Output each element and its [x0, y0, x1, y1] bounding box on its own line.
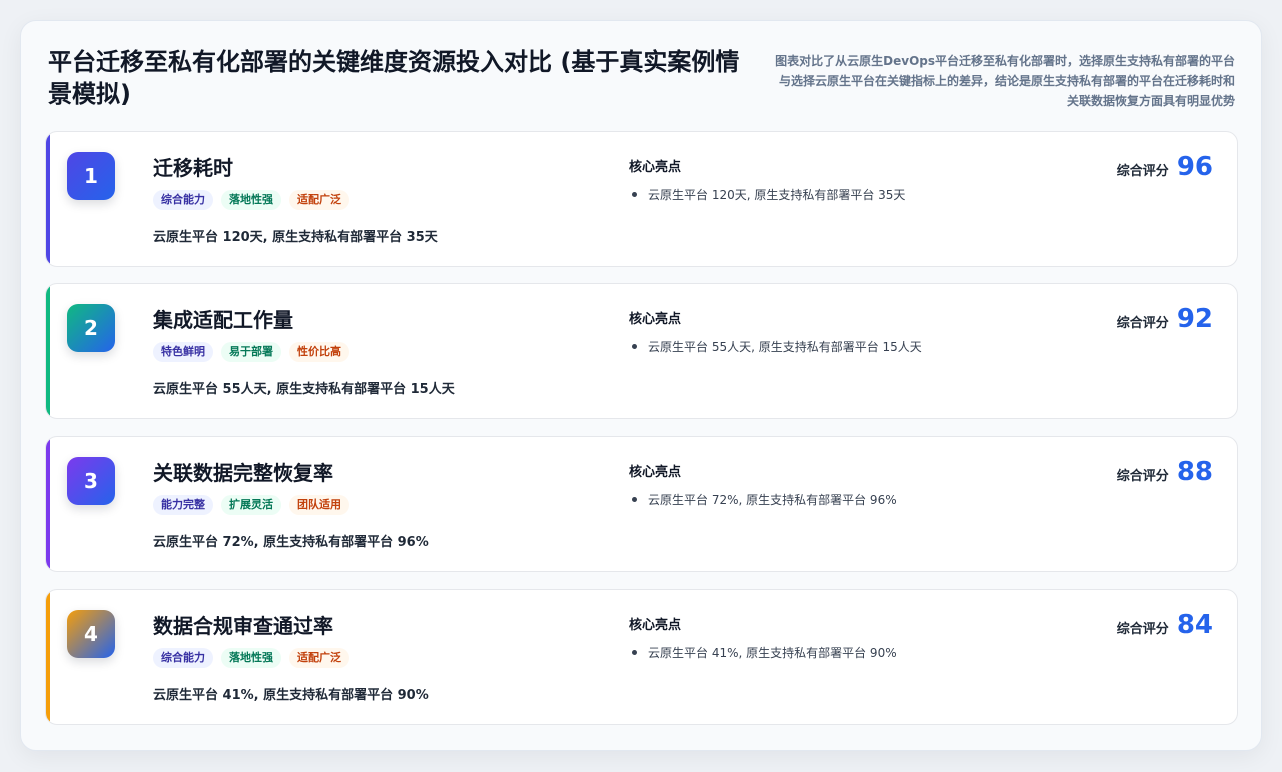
card-title: 集成适配工作量: [153, 308, 293, 332]
tag-list: 综合能力 落地性强 适配广泛: [153, 190, 349, 210]
highlight-heading: 核心亮点: [629, 160, 682, 175]
metric-card-1: 1 迁移耗时 综合能力 落地性强 适配广泛 云原生平台 120天, 原生支持私有…: [45, 131, 1238, 267]
tag-list: 能力完整 扩展灵活 团队适用: [153, 495, 349, 515]
score: 综合评分 96: [1117, 152, 1213, 182]
card-accent-bar: [46, 437, 50, 571]
tag: 扩展灵活: [221, 495, 281, 515]
highlight-heading: 核心亮点: [629, 465, 682, 480]
rank-badge: 4: [67, 610, 115, 658]
tag: 综合能力: [153, 648, 213, 668]
score: 综合评分 84: [1117, 610, 1213, 640]
tag: 落地性强: [221, 190, 281, 210]
score-value: 84: [1176, 610, 1213, 640]
highlight-heading: 核心亮点: [629, 618, 682, 633]
card-accent-bar: [46, 284, 50, 418]
card-detail: 云原生平台 72%, 原生支持私有部署平台 96%: [153, 535, 429, 550]
score-value: 92: [1176, 304, 1213, 334]
tag: 适配广泛: [289, 190, 349, 210]
score-value: 96: [1176, 152, 1213, 182]
tag: 特色鲜明: [153, 342, 213, 362]
rank-badge: 1: [67, 152, 115, 200]
rank-badge: 3: [67, 457, 115, 505]
rank-badge: 2: [67, 304, 115, 352]
score-value: 88: [1176, 457, 1213, 487]
card-detail: 云原生平台 55人天, 原生支持私有部署平台 15人天: [153, 382, 455, 397]
highlight-list: 云原生平台 72%, 原生支持私有部署平台 96%: [629, 491, 897, 508]
highlight-list: 云原生平台 55人天, 原生支持私有部署平台 15人天: [629, 338, 922, 355]
tag-list: 特色鲜明 易于部署 性价比高: [153, 342, 349, 362]
comparison-panel: 平台迁移至私有化部署的关键维度资源投入对比 (基于真实案例情景模拟) 图表对比了…: [20, 20, 1262, 751]
tag: 易于部署: [221, 342, 281, 362]
tag: 综合能力: [153, 190, 213, 210]
tag: 能力完整: [153, 495, 213, 515]
tag: 适配广泛: [289, 648, 349, 668]
tag: 性价比高: [289, 342, 349, 362]
card-title: 关联数据完整恢复率: [153, 461, 333, 485]
tag-list: 综合能力 落地性强 适配广泛: [153, 648, 349, 668]
card-detail: 云原生平台 41%, 原生支持私有部署平台 90%: [153, 688, 429, 703]
score: 综合评分 88: [1117, 457, 1213, 487]
metric-card-3: 3 关联数据完整恢复率 能力完整 扩展灵活 团队适用 云原生平台 72%, 原生…: [45, 436, 1238, 572]
score-label: 综合评分: [1116, 469, 1169, 484]
tag: 团队适用: [289, 495, 349, 515]
page-description: 图表对比了从云原生DevOps平台迁移至私有化部署时，选择原生支持私有部署的平台…: [775, 54, 1235, 108]
card-accent-bar: [46, 132, 50, 266]
metric-card-2: 2 集成适配工作量 特色鲜明 易于部署 性价比高 云原生平台 55人天, 原生支…: [45, 283, 1238, 419]
highlight-list: 云原生平台 120天, 原生支持私有部署平台 35天: [629, 186, 905, 203]
highlight-heading: 核心亮点: [629, 312, 682, 327]
highlight-item: 云原生平台 55人天, 原生支持私有部署平台 15人天: [629, 338, 922, 355]
page-title: 平台迁移至私有化部署的关键维度资源投入对比 (基于真实案例情景模拟): [48, 48, 740, 108]
card-detail: 云原生平台 120天, 原生支持私有部署平台 35天: [153, 230, 438, 245]
card-accent-bar: [46, 590, 50, 724]
metric-card-4: 4 数据合规审查通过率 综合能力 落地性强 适配广泛 云原生平台 41%, 原生…: [45, 589, 1238, 725]
tag: 落地性强: [221, 648, 281, 668]
highlight-item: 云原生平台 72%, 原生支持私有部署平台 96%: [629, 491, 897, 508]
highlight-list: 云原生平台 41%, 原生支持私有部署平台 90%: [629, 644, 897, 661]
score-label: 综合评分: [1116, 164, 1169, 179]
highlight-item: 云原生平台 120天, 原生支持私有部署平台 35天: [629, 186, 905, 203]
score-label: 综合评分: [1116, 316, 1169, 331]
score: 综合评分 92: [1117, 304, 1213, 334]
card-title: 数据合规审查通过率: [153, 614, 333, 638]
card-title: 迁移耗时: [153, 156, 233, 180]
score-label: 综合评分: [1116, 622, 1169, 637]
highlight-item: 云原生平台 41%, 原生支持私有部署平台 90%: [629, 644, 897, 661]
